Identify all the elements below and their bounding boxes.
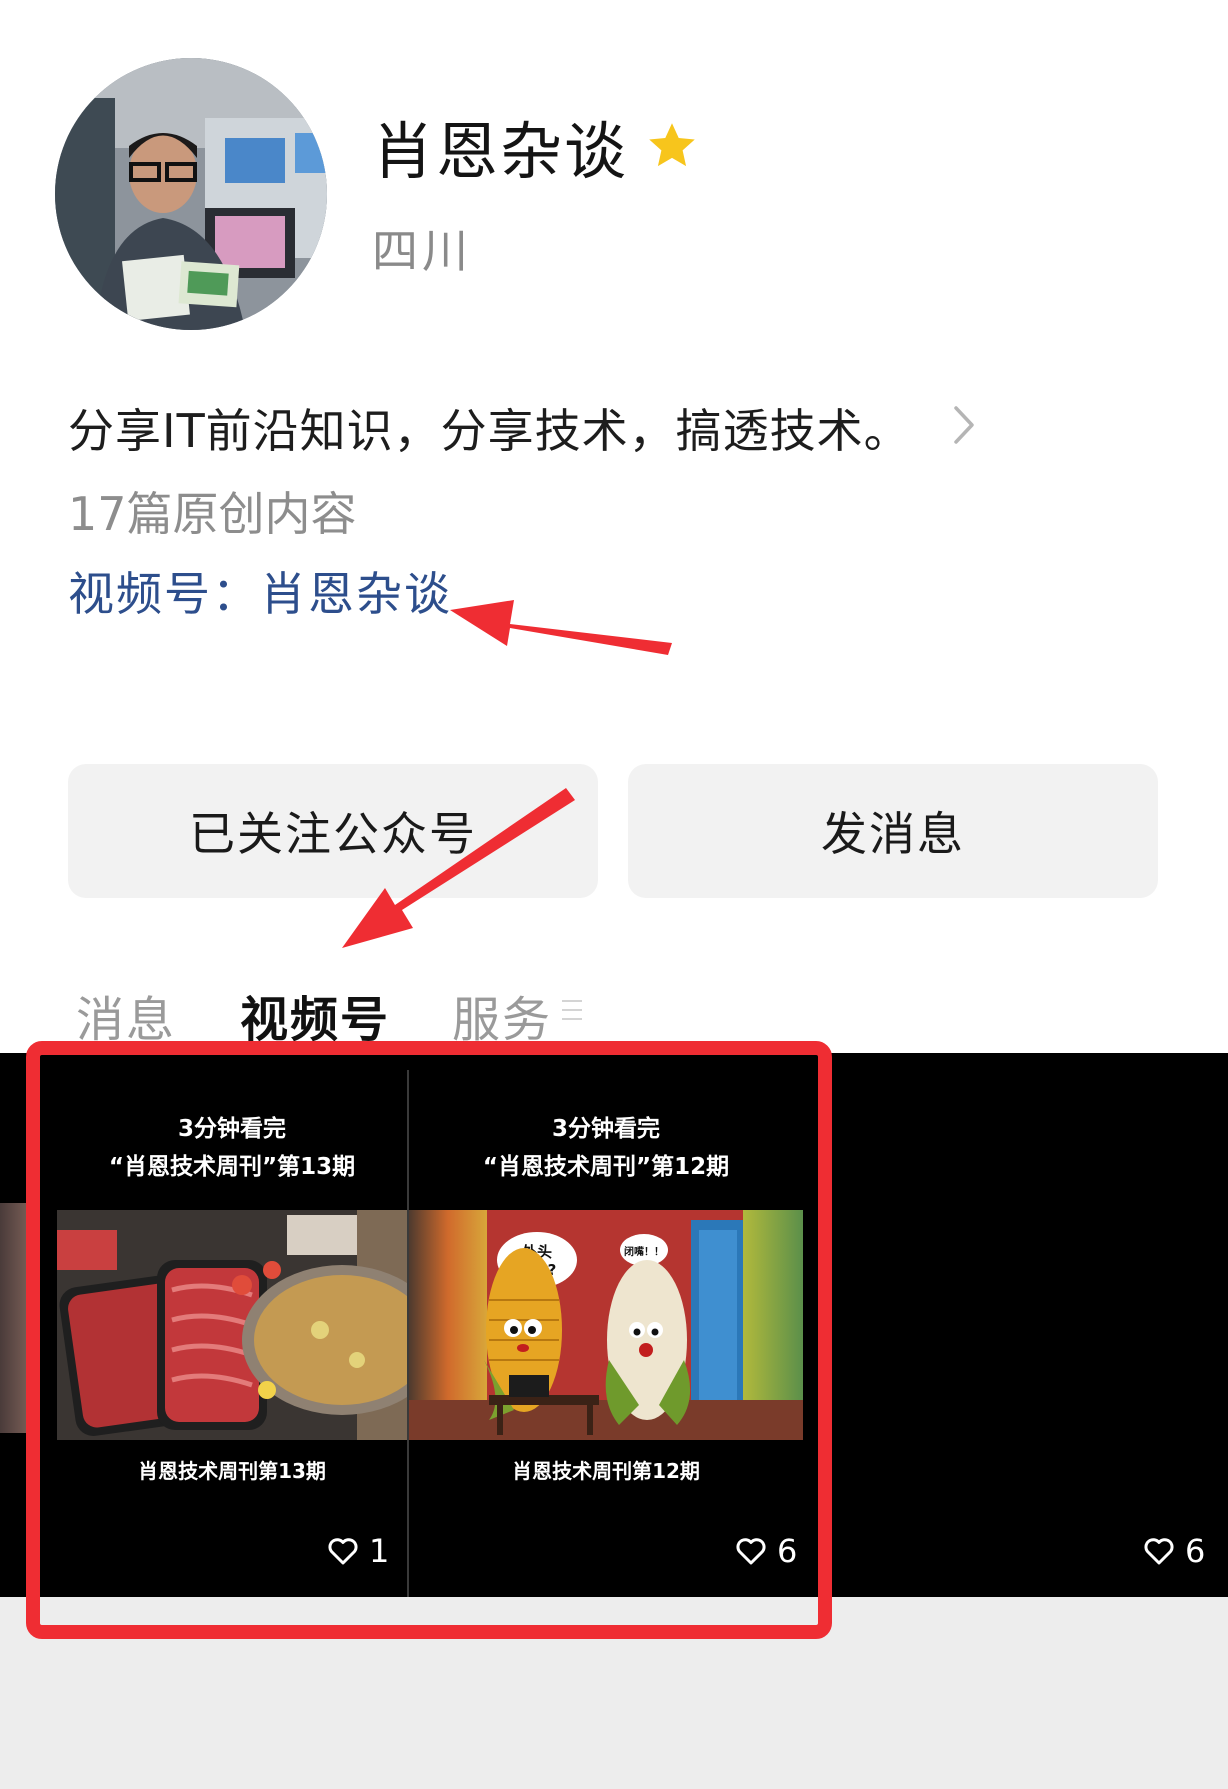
arrow-to-video-link <box>450 600 672 655</box>
video-channel-link[interactable]: 视频号：肖恩杂谈 <box>68 558 452 624</box>
star-icon <box>649 123 695 167</box>
like-count-value: 6 <box>1185 1532 1206 1570</box>
avatar[interactable] <box>55 58 327 330</box>
region-label: 四川 <box>372 224 472 278</box>
video-card[interactable]: 6 <box>803 1070 1228 1597</box>
tab-video-channel[interactable]: 视频号 <box>240 980 390 1050</box>
chevron-right-icon[interactable] <box>952 404 976 446</box>
original-content-count[interactable]: 17篇原创内容 <box>68 478 357 544</box>
tab-services[interactable]: 服务 <box>452 980 552 1050</box>
tab-messages[interactable]: 消息 <box>76 980 176 1050</box>
menu-icon[interactable] <box>561 995 583 1025</box>
like-count[interactable]: 6 <box>1143 1532 1205 1570</box>
heart-icon <box>1144 1538 1174 1565</box>
avatar-photo <box>55 58 327 330</box>
account-name-row: 肖恩杂谈 <box>372 108 698 188</box>
annotation-highlight-box <box>26 1041 832 1639</box>
followed-account-button[interactable]: 已关注公众号 <box>68 764 598 898</box>
bio-text[interactable]: 分享IT前沿知识，分享技术，搞透技术。 <box>68 395 911 461</box>
account-name: 肖恩杂谈 <box>372 115 629 188</box>
send-message-button[interactable]: 发消息 <box>628 764 1158 898</box>
